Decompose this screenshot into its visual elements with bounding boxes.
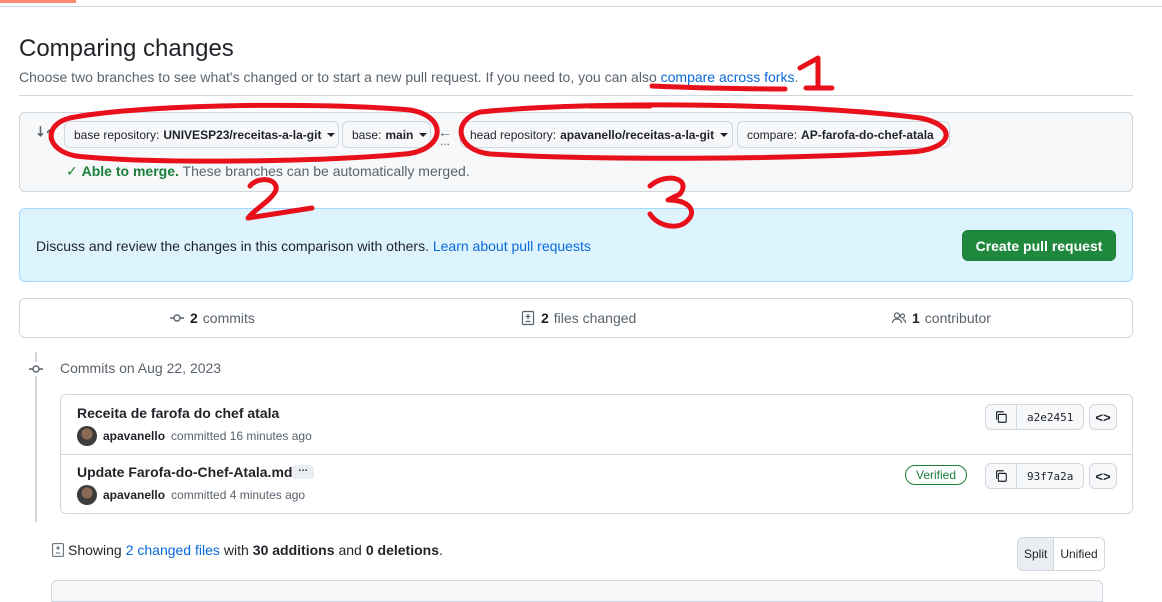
contributors-count: 1 [912,310,920,326]
copy-sha-button[interactable] [986,405,1017,429]
base-branch-label: base: [352,127,382,142]
diff-view-toggle: Split Unified [1017,537,1105,571]
browse-code-button[interactable]: <> [1089,404,1117,430]
divider [19,95,1133,96]
showing-label: Showing [68,542,122,558]
code-icon: <> [1095,468,1111,484]
copy-icon [996,470,1007,482]
split-view-button[interactable]: Split [1018,538,1054,570]
copy-sha-button[interactable] [986,464,1017,488]
info-message: Discuss and review the changes in this c… [36,238,433,254]
head-repository-value: apavanello/receitas-a-la-git [560,127,715,142]
additions-count: 30 additions [252,542,335,558]
compare-forks-link[interactable]: compare across forks [661,69,795,85]
commit-meta: apavanello committed 4 minutes ago [77,485,305,505]
base-repository-select[interactable]: base repository: UNIVESP23/receitas-a-la… [64,121,339,148]
top-tab-strip [0,0,1162,7]
caret-down-icon [419,132,428,137]
head-repository-label: head repository: [470,127,557,142]
compare-branch-select[interactable]: compare: AP-farofa-do-chef-atala [737,121,950,148]
page-subtitle: Choose two branches to see what's change… [19,69,798,85]
commit-sha-link[interactable]: a2e2451 [1017,405,1083,429]
subtitle-suffix: . [794,69,799,85]
base-branch-select[interactable]: base: main [342,121,431,148]
commits-label: commits [202,310,255,326]
merge-status-detail: These branches can be automatically merg… [178,163,470,179]
learn-pull-requests-link[interactable]: Learn about pull requests [433,238,591,254]
compare-branch-label: compare: [747,127,798,142]
deletions-count: 0 deletions [365,542,439,558]
code-icon: <> [1095,409,1111,425]
contributors-label: contributor [924,310,991,326]
commit-time: committed 4 minutes ago [171,488,306,502]
files-label: files changed [553,310,637,326]
commit-sha-link[interactable]: 93f7a2a [1017,464,1083,488]
git-commit-icon [170,314,184,322]
expand-commit-message-button[interactable]: … [292,464,314,479]
commit-title-link[interactable]: Receita de farofa do chef atala [77,405,279,421]
period: . [438,542,443,558]
info-text: Discuss and review the changes in this c… [36,238,591,254]
create-pull-request-button[interactable]: Create pull request [962,230,1116,261]
commits-tab[interactable]: 2 commits [169,310,255,326]
page-title: Comparing changes [19,35,234,62]
files-count: 2 [541,310,549,326]
files-summary: Showing 2 changed files with 30 addition… [52,542,443,558]
file-diff-icon [521,310,535,326]
avatar[interactable] [77,426,97,446]
files-changed-tab[interactable]: 2 files changed [520,310,636,326]
base-branch-value: main [385,127,414,142]
copy-icon [996,411,1007,423]
timeline-line [35,352,37,522]
git-compare-icon [37,126,53,140]
browse-code-button[interactable]: <> [1089,463,1117,489]
contributors-tab[interactable]: 1 contributor [891,310,991,326]
head-repository-select[interactable]: head repository: apavanello/receitas-a-l… [460,121,733,148]
active-tab-indicator [0,0,76,3]
changed-files-link[interactable]: 2 changed files [126,542,220,558]
commit-sha-group: 93f7a2a [985,463,1085,489]
merge-status: ✓ Able to merge. These branches can be a… [66,163,470,180]
avatar[interactable] [77,485,97,505]
commit-title-link[interactable]: Update Farofa-do-Chef-Atala.md [77,464,292,480]
number-one-annotation [797,55,835,91]
commits-count: 2 [190,310,198,326]
people-icon [891,312,907,324]
commit-time: committed 16 minutes ago [171,429,312,443]
underline-annotation [649,83,788,92]
git-commit-icon [28,362,44,376]
compare-branch-value: AP-farofa-do-chef-atala [801,127,934,142]
commit-author[interactable]: apavanello [103,488,165,502]
commit-divider [61,454,1132,455]
commit-sha-group: a2e2451 [985,404,1085,430]
file-diff-header [51,580,1103,602]
verified-badge[interactable]: Verified [905,465,968,485]
range-dots: ... [440,134,451,148]
caret-down-icon [720,132,729,137]
commits-date-heading: Commits on Aug 22, 2023 [60,360,222,376]
base-repository-value: UNIVESP23/receitas-a-la-git [163,127,322,142]
base-repository-label: base repository: [74,127,160,142]
and-label: and [338,542,362,558]
unified-view-button[interactable]: Unified [1053,538,1104,570]
caret-down-icon [327,132,336,137]
subtitle-text: Choose two branches to see what's change… [19,69,661,85]
file-diff-icon [52,543,64,557]
merge-status-label: Able to merge. [81,163,179,179]
commit-author[interactable]: apavanello [103,429,165,443]
commit-meta: apavanello committed 16 minutes ago [77,426,312,446]
with-label: with [223,542,249,558]
check-icon: ✓ [66,163,78,179]
